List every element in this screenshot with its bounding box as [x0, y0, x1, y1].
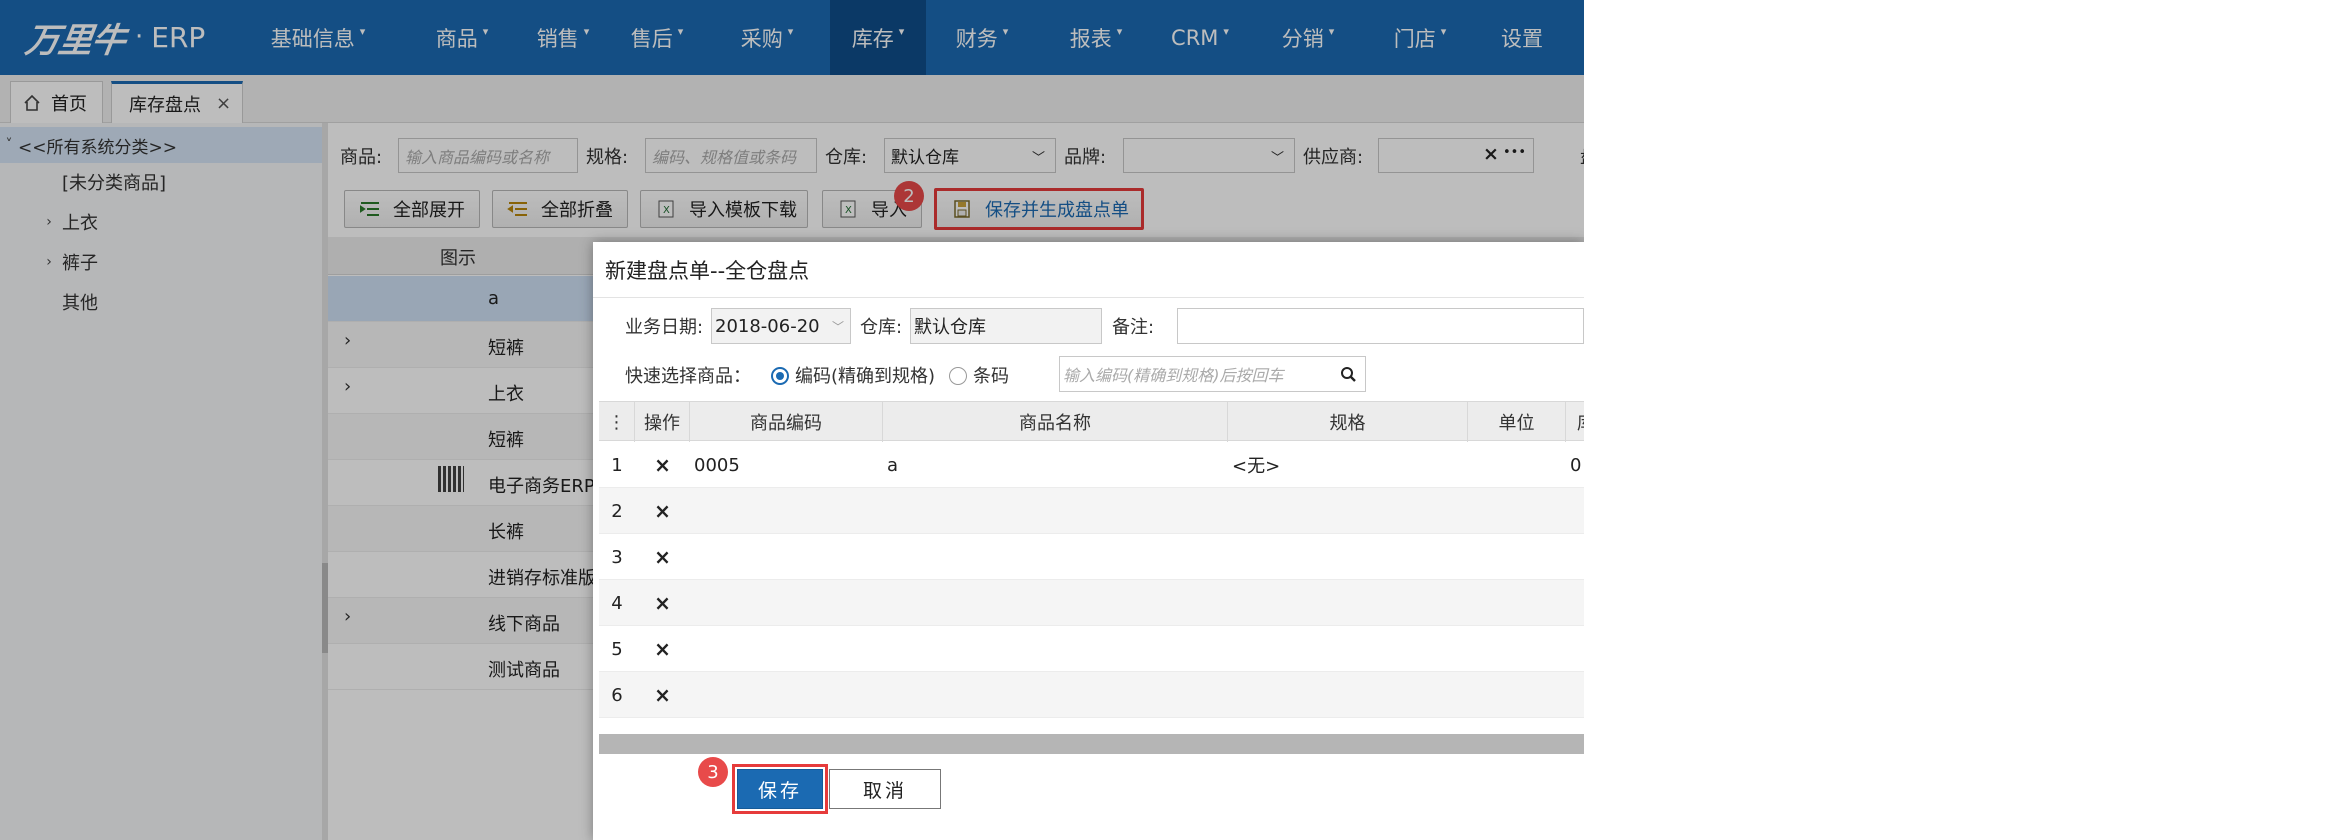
delete-row-icon[interactable]: × [635, 488, 690, 534]
radio-barcode[interactable]: 条码 [949, 362, 1009, 388]
cell-code [690, 580, 883, 626]
cell-no: 6 [611, 684, 623, 706]
delete-row-icon[interactable]: × [635, 442, 690, 488]
table-row: 4 × [599, 580, 1584, 626]
delete-row-icon[interactable]: × [635, 626, 690, 672]
cell-stock [1566, 534, 1584, 580]
cell-stock [1566, 488, 1584, 534]
cell-unit [1468, 534, 1566, 580]
business-date-label: 业务日期: [625, 317, 704, 338]
new-count-dialog: 新建盘点单--全仓盘点 业务日期: 2018-06-20 ﹀ 仓库: 默认仓库 … [593, 242, 1584, 840]
save-button[interactable]: 保存 [737, 769, 823, 809]
search-icon[interactable] [1340, 366, 1357, 383]
cell-unit [1468, 626, 1566, 672]
business-date-value: 2018-06-20 [715, 315, 820, 337]
table-row: 1 × 0005 a <无> 0 [599, 442, 1584, 488]
table-row: 6 × [599, 672, 1584, 718]
radio-barcode-label: 条码 [973, 366, 1009, 387]
radio-code[interactable]: 编码(精确到规格) [771, 362, 935, 388]
cell-no: 4 [611, 592, 623, 614]
cell-code [690, 488, 883, 534]
cell-code [690, 534, 883, 580]
table-row: 2 × [599, 488, 1584, 534]
column-header-action: 操作 [635, 402, 690, 442]
delete-row-icon[interactable]: × [635, 672, 690, 718]
cell-name [883, 672, 1228, 718]
cell-name [883, 626, 1228, 672]
column-header-code: 商品编码 [690, 402, 883, 442]
cell-spec: <无> [1232, 456, 1281, 477]
cell-code [690, 626, 883, 672]
dialog-warehouse-value: 默认仓库 [914, 317, 986, 338]
table-row: 3 × [599, 534, 1584, 580]
column-header-unit: 单位 [1468, 402, 1566, 442]
column-header-spec: 规格 [1228, 402, 1468, 442]
column-header-stock: 库 [1566, 402, 1584, 442]
cell-no: 3 [611, 546, 623, 568]
cell-unit [1468, 672, 1566, 718]
quick-search-placeholder: 输入编码(精确到规格)后按回车 [1063, 366, 1284, 385]
cell-name [883, 534, 1228, 580]
dialog-warehouse-field: 默认仓库 [910, 308, 1102, 344]
step-badge: 3 [698, 757, 728, 787]
column-menu-icon[interactable]: ⋮ [599, 402, 635, 442]
remark-input[interactable] [1177, 308, 1584, 344]
grid-horizontal-scrollbar[interactable] [599, 734, 1584, 754]
cell-unit [1468, 442, 1566, 488]
cell-code: 0005 [694, 454, 740, 476]
cell-code [690, 672, 883, 718]
dialog-warehouse-label: 仓库: [860, 317, 903, 338]
cell-name: a [887, 454, 899, 476]
cell-name [883, 488, 1228, 534]
radio-button-checked[interactable] [771, 367, 789, 385]
cell-spec [1228, 580, 1468, 626]
cell-spec [1228, 534, 1468, 580]
quick-select-label: 快速选择商品： [625, 366, 751, 387]
cell-stock [1566, 672, 1584, 718]
quick-search-input[interactable]: 输入编码(精确到规格)后按回车 [1059, 356, 1366, 392]
cell-stock [1566, 580, 1584, 626]
cell-no: 2 [611, 500, 623, 522]
radio-button[interactable] [949, 367, 967, 385]
cell-unit [1468, 488, 1566, 534]
cell-no: 5 [611, 638, 623, 660]
erp-window: 万里牛 · ERP 基础信息 ▾ 商品 ▾ 销售 ▾ 售后 ▾ 采购 ▾ 库存 ▾ 财务 ▾ 报表 ▾ CRM ▾… [0, 0, 1584, 840]
cell-spec [1228, 488, 1468, 534]
cancel-button[interactable]: 取消 [829, 769, 941, 809]
delete-row-icon[interactable]: × [635, 580, 690, 626]
cell-no: 1 [611, 454, 623, 476]
cell-stock [1566, 626, 1584, 672]
dialog-title: 新建盘点单--全仓盘点 [593, 242, 1584, 298]
cell-spec [1228, 626, 1468, 672]
delete-row-icon[interactable]: × [635, 534, 690, 580]
count-grid-header: ⋮ 操作 商品编码 商品名称 规格 单位 库 [599, 401, 1584, 442]
cell-stock: 0 [1570, 454, 1582, 476]
cell-spec [1228, 672, 1468, 718]
cell-name [883, 580, 1228, 626]
business-date-field[interactable]: 2018-06-20 ﹀ [711, 308, 851, 344]
chevron-down-icon: ﹀ [831, 320, 844, 334]
cell-unit [1468, 580, 1566, 626]
radio-code-label: 编码(精确到规格) [795, 366, 936, 387]
table-row: 5 × [599, 626, 1584, 672]
column-header-name: 商品名称 [883, 402, 1228, 442]
remark-label: 备注: [1112, 317, 1155, 338]
